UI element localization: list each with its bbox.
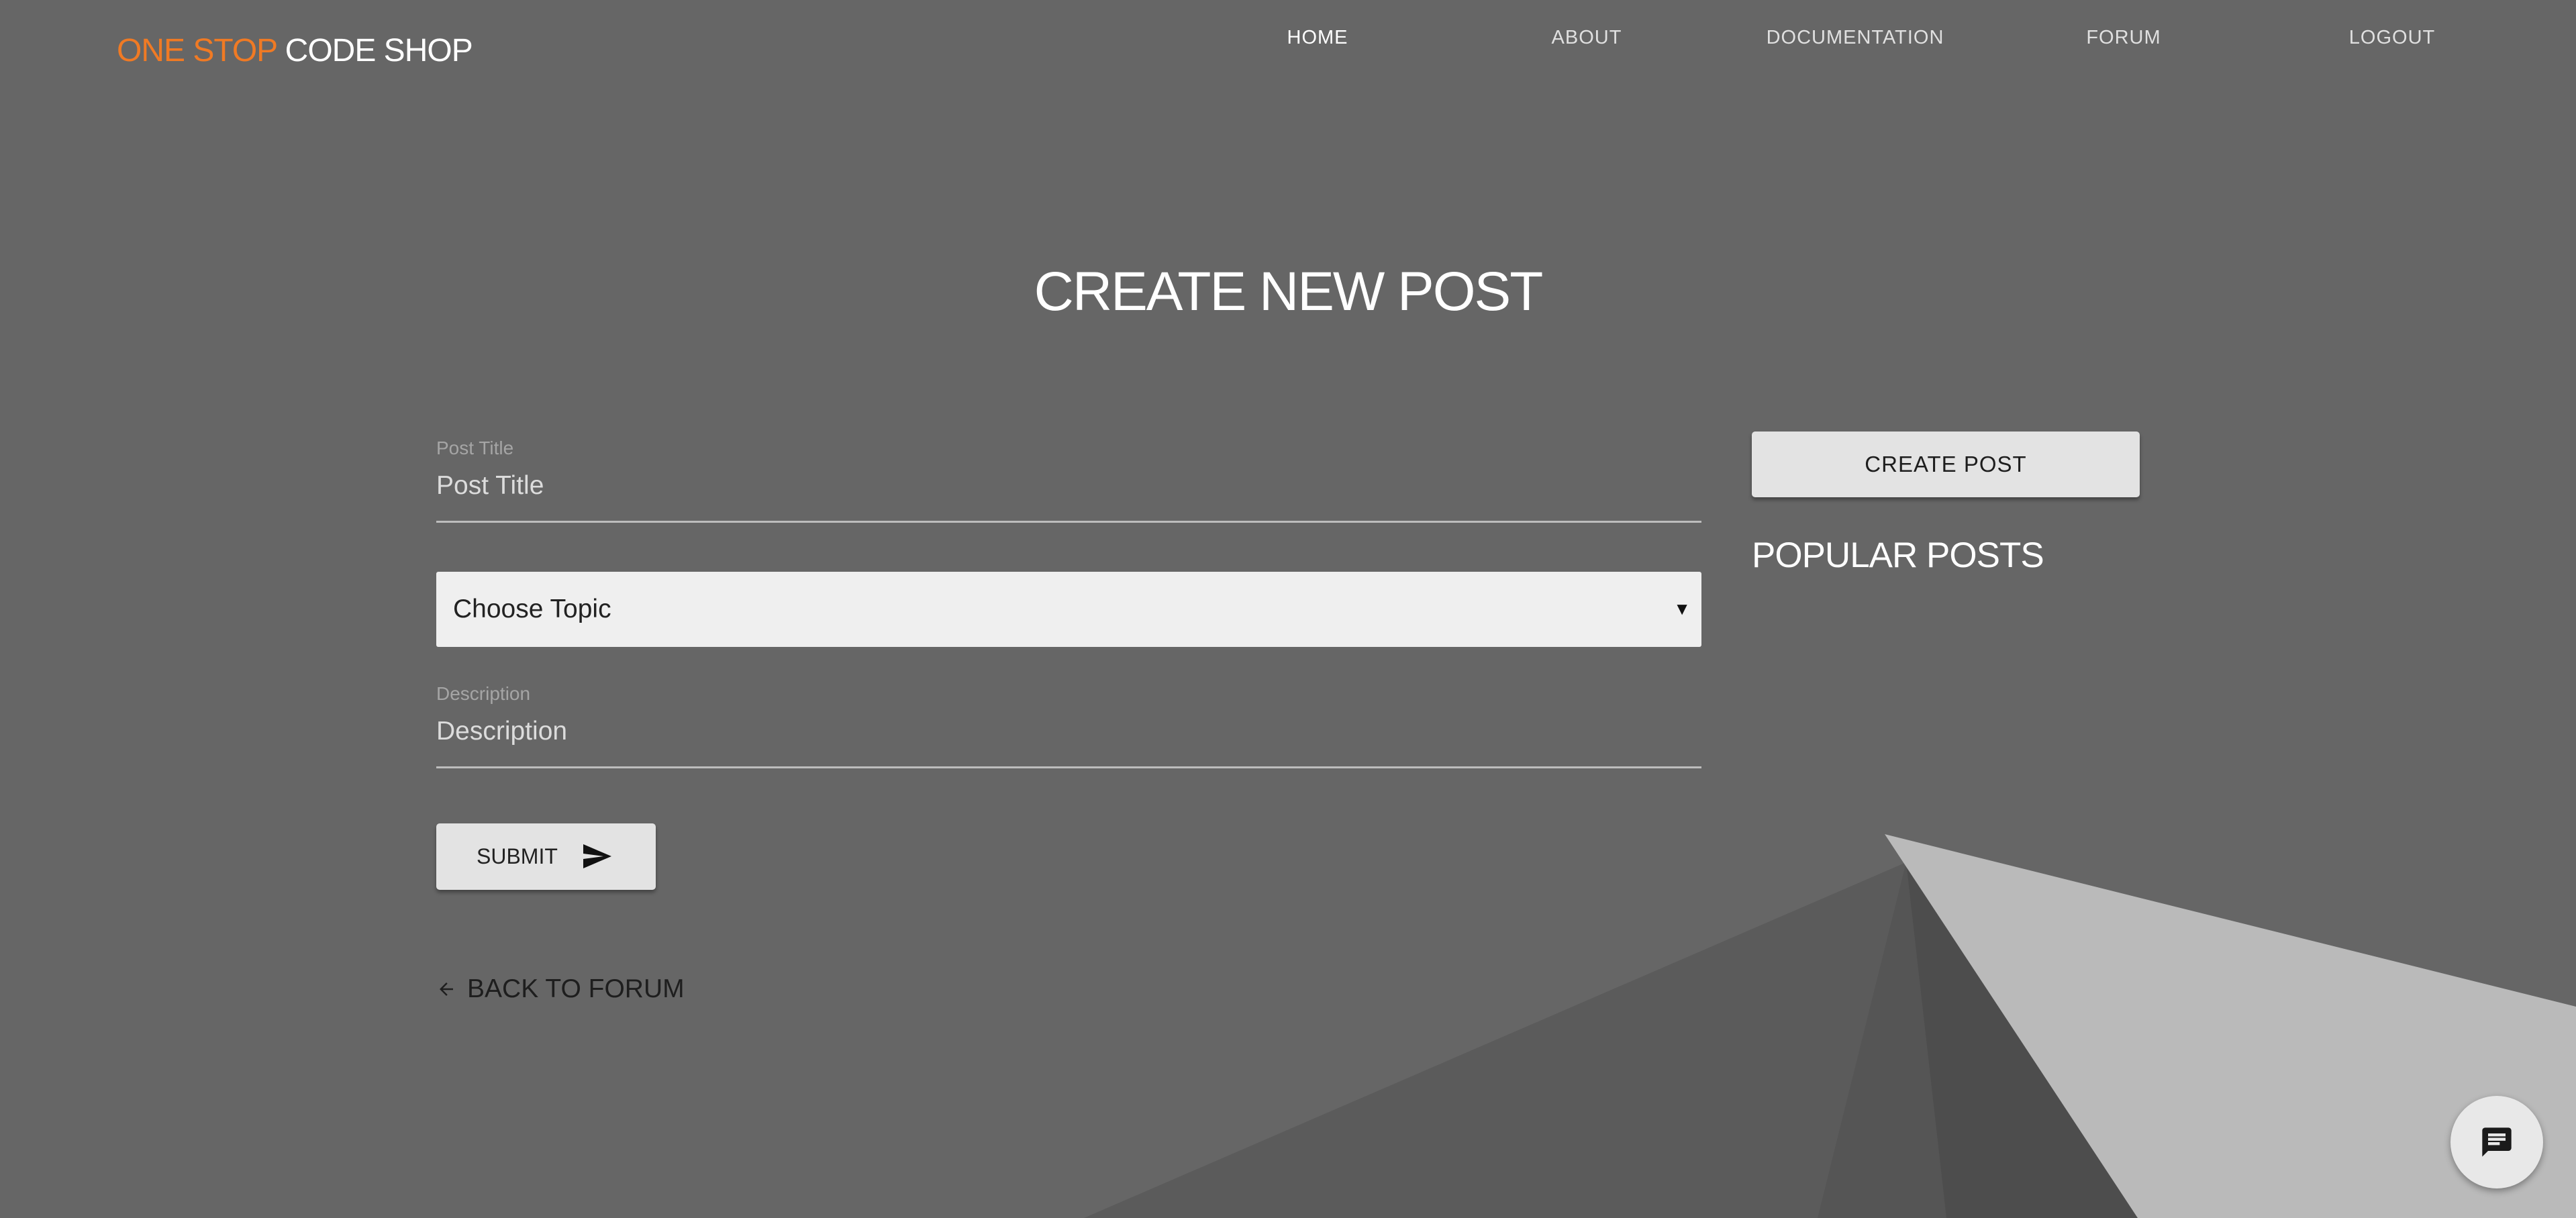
nav-forum[interactable]: FORUM [2023, 27, 2224, 49]
post-title-label: Post Title [436, 438, 514, 458]
back-to-forum-label: BACK TO FORUM [467, 974, 685, 1003]
post-title-field: Post Title [436, 438, 1701, 523]
caret-down-icon: ▼ [1673, 599, 1691, 619]
description-label: Description [436, 683, 531, 704]
description-field: Description [436, 683, 1701, 768]
nav-about[interactable]: ABOUT [1486, 27, 1687, 49]
submit-label: SUBMIT [477, 844, 558, 868]
send-icon [583, 844, 611, 868]
top-nav: HOME ABOUT DOCUMENTATION FORUM LOGOUT [0, 27, 2576, 54]
back-to-forum-link[interactable]: BACK TO FORUM [436, 974, 685, 1004]
popular-posts-heading: POPULAR POSTS [1752, 536, 2044, 575]
submit-button[interactable]: SUBMIT [436, 823, 656, 890]
nav-home[interactable]: HOME [1217, 27, 1418, 49]
topic-select-value: Choose Topic [453, 595, 611, 623]
post-title-input[interactable] [436, 471, 1701, 523]
description-input[interactable] [436, 717, 1701, 768]
nav-documentation[interactable]: DOCUMENTATION [1754, 27, 1956, 49]
create-post-button[interactable]: CREATE POST [1752, 432, 2140, 497]
chat-button[interactable] [2450, 1096, 2543, 1188]
nav-logout[interactable]: LOGOUT [2291, 27, 2493, 49]
arrow-left-icon [440, 982, 453, 996]
chat-icon [2482, 1127, 2512, 1157]
page-title: CREATE NEW POST [1034, 261, 1544, 322]
topic-select[interactable]: Choose Topic ▼ [436, 572, 1701, 647]
